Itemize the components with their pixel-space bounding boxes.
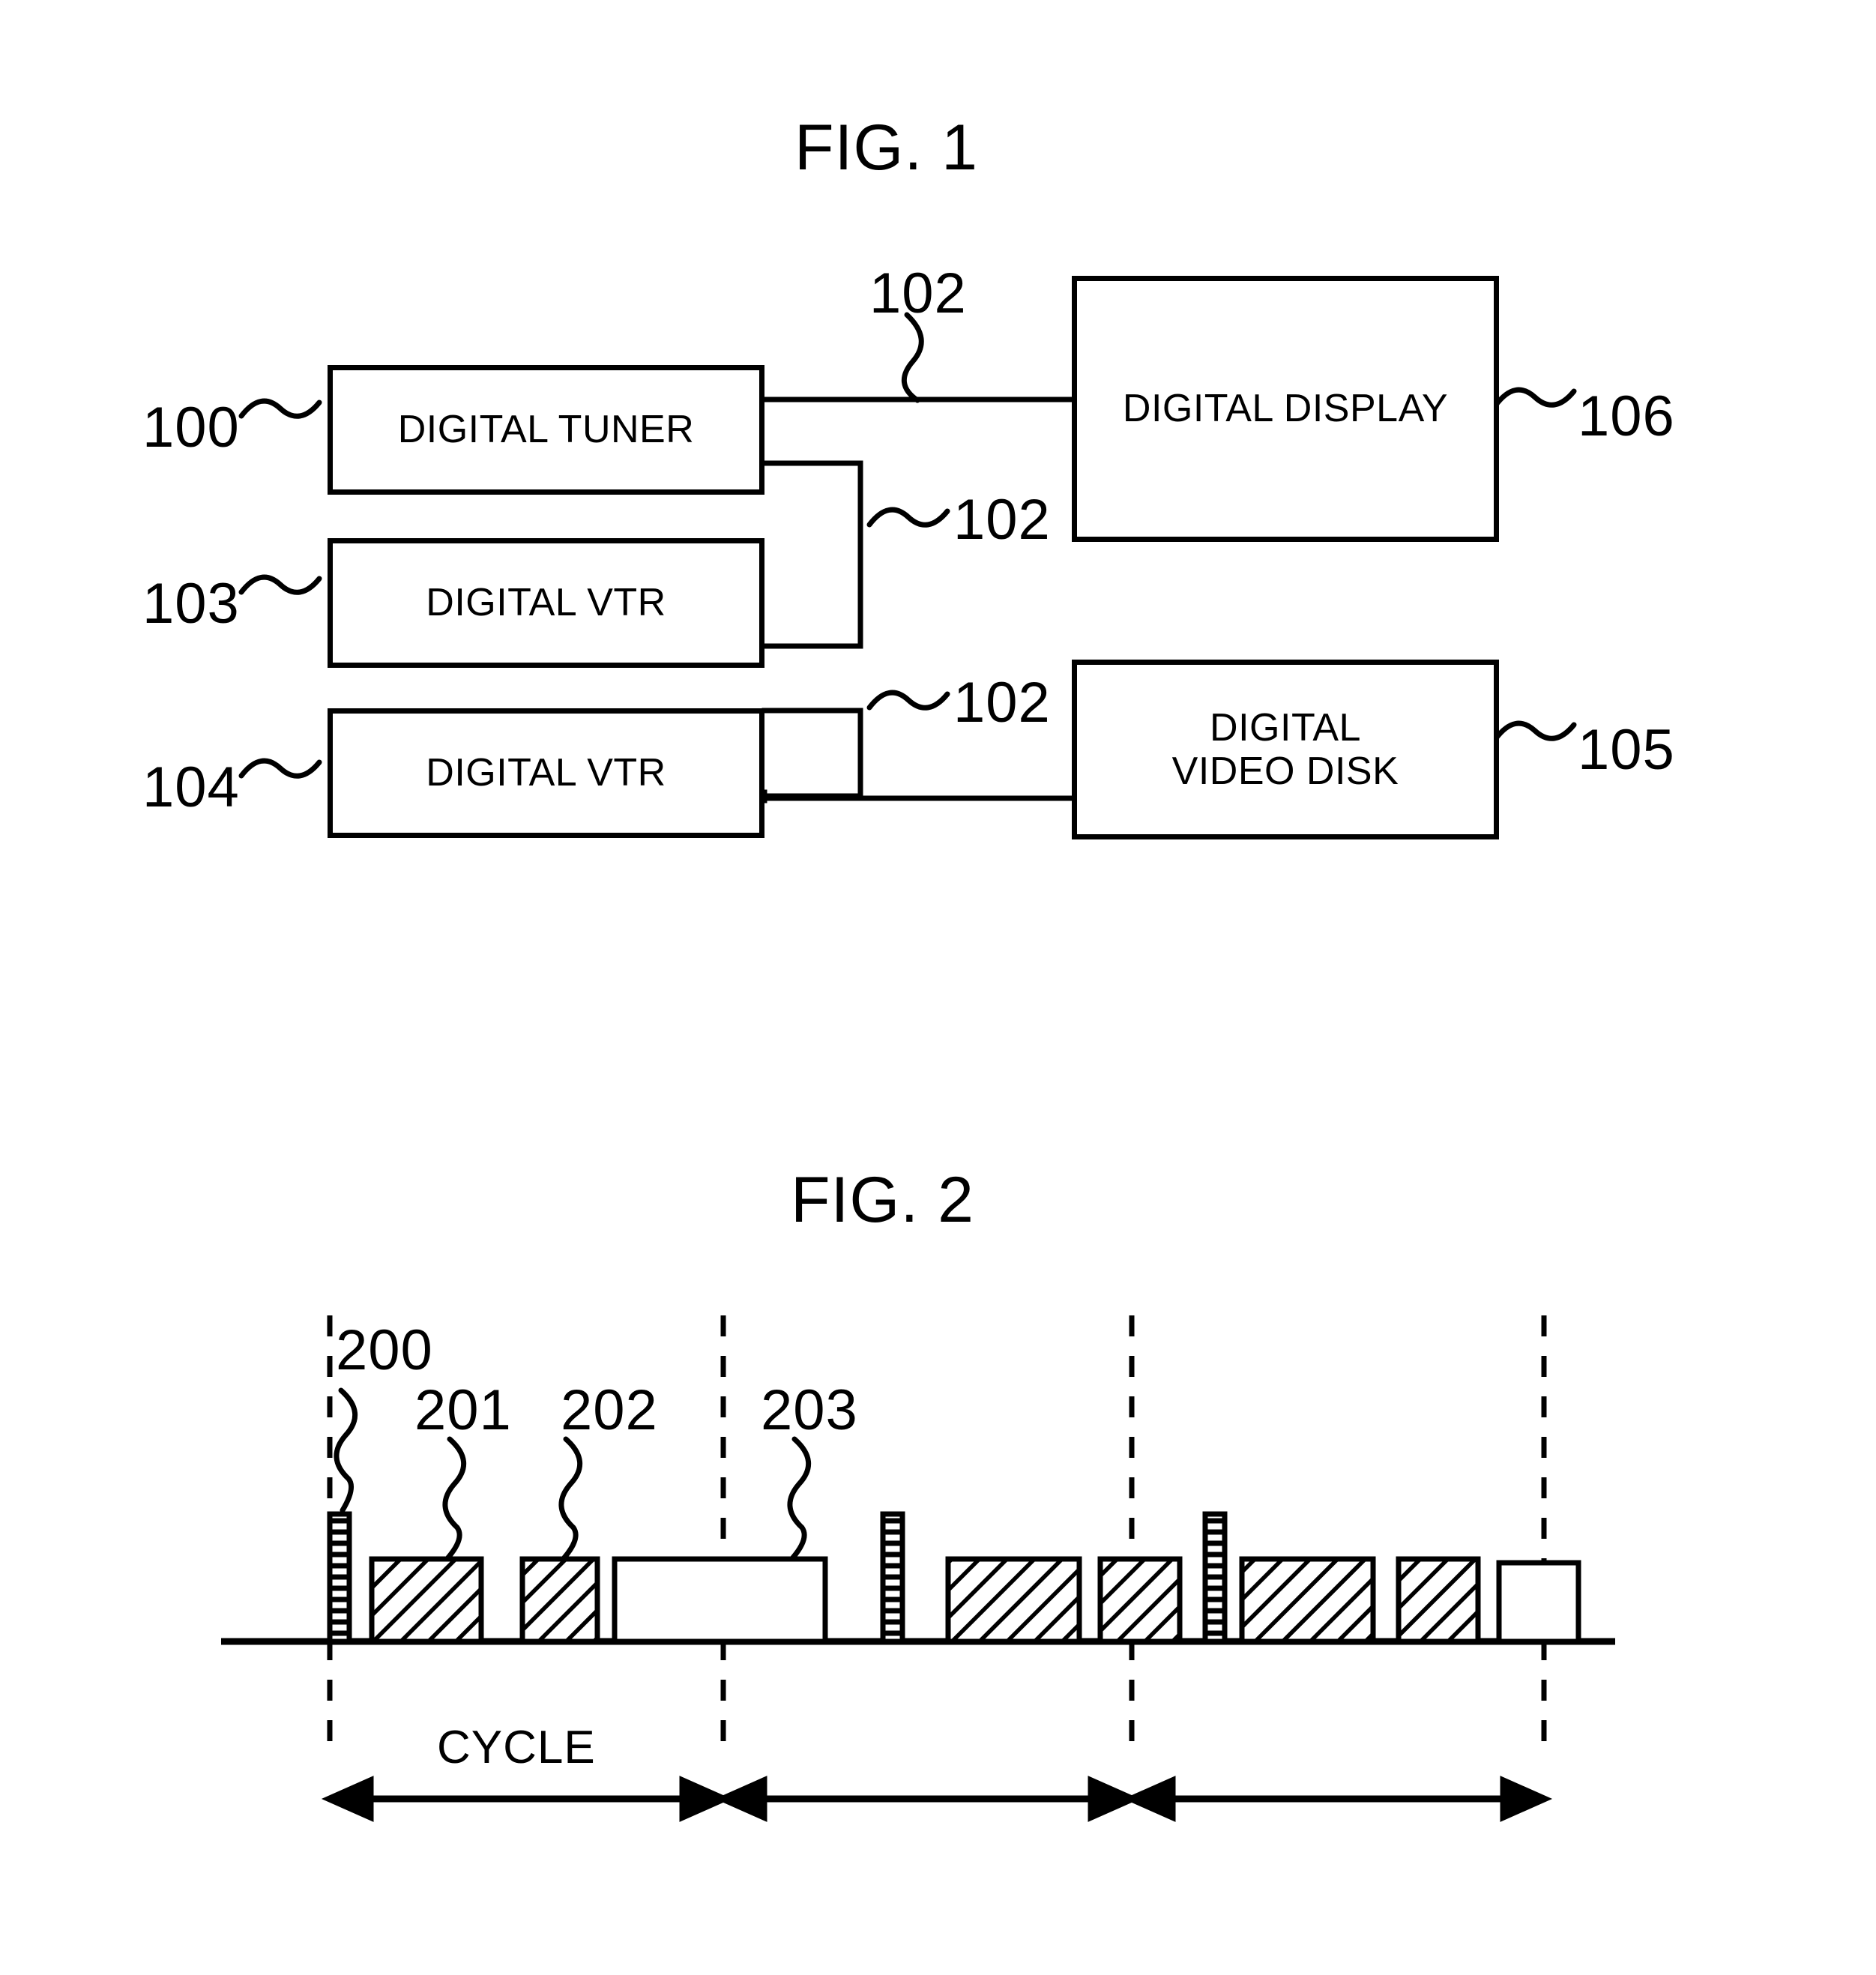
packet-200-cycle3	[1202, 1511, 1228, 1644]
ref-numeral-104: 104	[142, 756, 240, 819]
packet-202-cycle2	[1097, 1556, 1183, 1644]
leader-ref-100	[238, 398, 322, 419]
packet-200-cycle2	[880, 1511, 905, 1644]
leader-ref-105	[1493, 720, 1577, 741]
cycle-label: CYCLE	[437, 1722, 596, 1773]
block-digital-display-label: DIGITAL DISPLAY	[1122, 387, 1449, 431]
cycle-arrow-2-head-right	[1088, 1776, 1141, 1822]
ref-numeral-201: 201	[414, 1378, 512, 1442]
leader-ref-102-middle	[866, 507, 950, 528]
figure-1-title: FIG. 1	[794, 112, 978, 184]
leader-ref-103	[238, 574, 322, 595]
packet-201-cycle3	[1239, 1556, 1376, 1644]
ref-numeral-203: 203	[761, 1378, 858, 1442]
block-digital-vtr-1[interactable]: DIGITAL VTR	[328, 538, 764, 668]
packet-203-cycle3	[1496, 1560, 1581, 1644]
leader-ref-106	[1493, 387, 1577, 408]
cycle-arrow-1-head-right	[679, 1776, 732, 1822]
leader-ref-202	[558, 1436, 583, 1561]
packet-201-cycle2	[945, 1556, 1082, 1644]
cycle-arrow-2-head-left	[714, 1776, 767, 1822]
leader-ref-201	[442, 1436, 467, 1561]
packet-202-cycle1	[519, 1556, 600, 1644]
block-digital-tuner-label: DIGITAL TUNER	[397, 408, 695, 452]
ref-numeral-106: 106	[1578, 385, 1675, 448]
ref-numeral-102-top: 102	[869, 262, 967, 325]
ref-numeral-102-middle: 102	[953, 488, 1051, 552]
leader-ref-102-top	[901, 312, 924, 403]
block-digital-vtr-1-label: DIGITAL VTR	[426, 581, 666, 625]
ref-numeral-103: 103	[142, 572, 240, 636]
block-digital-display[interactable]: DIGITAL DISPLAY	[1072, 276, 1499, 542]
ref-numeral-100: 100	[142, 396, 240, 459]
packet-203-cycle1	[612, 1556, 828, 1644]
cycle-measure-arrows	[321, 1776, 1553, 1822]
block-digital-vtr-2-label: DIGITAL VTR	[426, 751, 666, 795]
ref-numeral-102-lower: 102	[953, 671, 1051, 735]
block-digital-video-disk[interactable]: DIGITAL VIDEO DISK	[1072, 660, 1499, 839]
leader-ref-200	[334, 1387, 358, 1513]
bus-loop-vtr1-to-vtr2	[761, 708, 863, 799]
block-digital-video-disk-label-line1: DIGITAL	[1210, 705, 1361, 750]
packet-201-cycle1	[369, 1556, 484, 1644]
packet-200-cycle1	[327, 1511, 352, 1644]
leader-ref-102-lower	[866, 690, 950, 711]
block-digital-tuner[interactable]: DIGITAL TUNER	[328, 365, 764, 495]
cycle-arrow-1-head-left	[321, 1776, 374, 1822]
cycle-arrow-3-head-right	[1500, 1776, 1553, 1822]
packet-202-cycle3	[1396, 1556, 1481, 1644]
leader-ref-203	[787, 1436, 812, 1561]
figure-2-title: FIG. 2	[791, 1164, 974, 1236]
cycle-arrow-3-head-left	[1123, 1776, 1176, 1822]
patent-drawing-sheet: FIG. 1 DIGITAL TUNER DIGITAL VTR DIGITAL…	[0, 0, 1876, 1975]
leader-ref-104	[238, 758, 322, 779]
block-digital-video-disk-label-line2: VIDEO DISK	[1171, 750, 1399, 793]
ref-numeral-202: 202	[561, 1378, 658, 1442]
ref-numeral-105: 105	[1578, 718, 1675, 782]
ref-numeral-200: 200	[336, 1318, 433, 1382]
block-digital-vtr-2[interactable]: DIGITAL VTR	[328, 708, 764, 838]
cycle-boundary-lines	[327, 1315, 1547, 1758]
bus-loop-tuner-to-vtr1	[761, 460, 863, 649]
